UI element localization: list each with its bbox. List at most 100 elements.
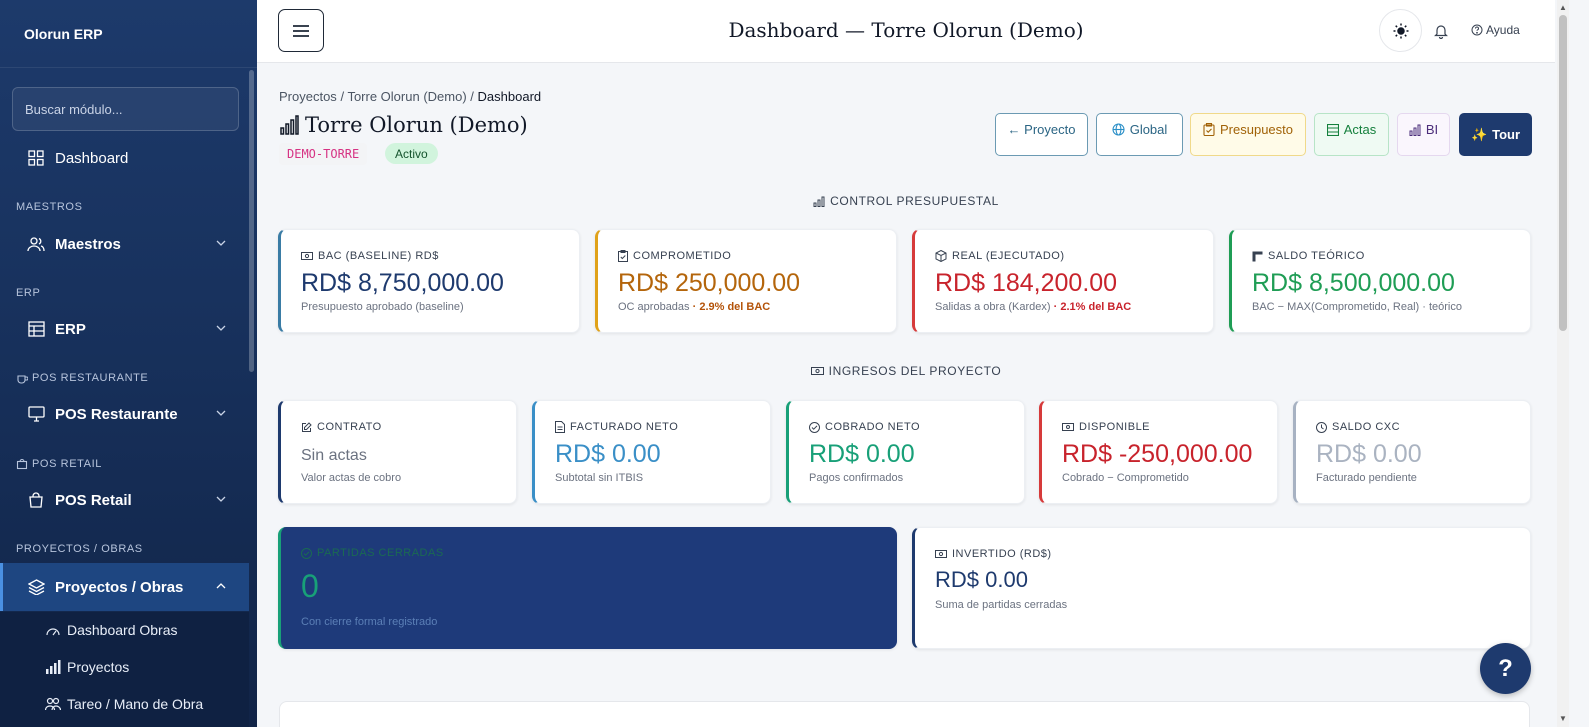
card-comprometido: COMPROMETIDO RD$ 250,000.00 OC aprobadas… <box>595 229 897 333</box>
page-scrollbar[interactable]: ▲ ▼ <box>1557 0 1569 727</box>
control-section-title: CONTROL PRESUPUESTAL <box>257 194 1555 208</box>
card-subtext: Facturado pendiente <box>1316 472 1417 484</box>
card-label: CONTRATO <box>301 421 382 433</box>
wallet-icon <box>1062 423 1074 431</box>
cup-icon <box>17 375 28 384</box>
ingresos-section-title: INGRESOS DEL PROYECTO <box>257 364 1555 378</box>
card-label: BAC (BASELINE) RD$ <box>301 250 439 262</box>
sidebar-item-pos-retail[interactable]: POS Retail <box>0 478 249 522</box>
sidebar-item-pos-restaurante[interactable]: POS Restaurante <box>0 392 249 436</box>
table-icon <box>1326 123 1339 136</box>
card-label: COBRADO NETO <box>809 421 920 433</box>
breadcrumb-project[interactable]: Torre Olorun (Demo) <box>347 89 466 104</box>
monitor-icon <box>27 405 45 423</box>
next-section-card <box>279 701 1530 727</box>
card-value: RD$ 0.00 <box>555 440 661 468</box>
page-title: Dashboard — Torre Olorun (Demo) <box>728 18 1084 42</box>
card-saldo-cxc: SALDO CXC RD$ 0.00 Facturado pendiente <box>1293 400 1531 504</box>
clipboard-icon <box>1203 123 1215 136</box>
card-label-text: FACTURADO NETO <box>570 421 679 433</box>
check-circle-icon <box>301 547 312 559</box>
table-icon <box>27 320 45 338</box>
card-subtext-text: Salidas a obra (Kardex) <box>935 301 1051 313</box>
help-link[interactable]: Ayuda <box>1471 23 1520 37</box>
sidebar-item-label: Proyectos / Obras <box>55 578 184 596</box>
section-title-text: INGRESOS DEL PROYECTO <box>828 364 1002 378</box>
back-to-project-button[interactable]: ← Proyecto <box>995 113 1088 156</box>
section-label: POS RESTAURANTE <box>32 372 149 384</box>
bi-button[interactable]: BI <box>1397 113 1450 156</box>
sidebar-sub-proyectos[interactable]: Proyectos <box>0 649 249 685</box>
sidebar-scrollbar[interactable] <box>249 70 254 372</box>
clipboard-check-icon <box>618 250 628 262</box>
button-label: Presupuesto <box>1220 122 1293 137</box>
sidebar-item-label: Dashboard <box>55 149 129 167</box>
button-label: ← Proyecto <box>1007 122 1076 137</box>
card-bac: BAC (BASELINE) RD$ RD$ 8,750,000.00 Pres… <box>278 229 580 333</box>
sidebar-sub-tareo[interactable]: Tareo / Mano de Obra <box>0 686 249 722</box>
card-label: SALDO CXC <box>1316 421 1400 433</box>
breadcrumb: Proyectos / Torre Olorun (Demo) / Dashbo… <box>279 89 541 104</box>
module-search-input[interactable]: Buscar módulo... <box>12 87 239 131</box>
section-proyectos: PROYECTOS / OBRAS <box>16 543 143 555</box>
card-value: RD$ -250,000.00 <box>1062 440 1253 468</box>
scroll-up-icon[interactable]: ▲ <box>1559 3 1567 12</box>
section-pos-restaurante: POS RESTAURANTE <box>16 372 148 384</box>
breadcrumb-current: Dashboard <box>477 89 542 104</box>
card-label: DISPONIBLE <box>1062 421 1150 433</box>
button-label: Actas <box>1343 122 1377 137</box>
tour-button[interactable]: ✨ Tour <box>1459 113 1532 156</box>
scroll-down-icon[interactable]: ▼ <box>1559 714 1567 723</box>
card-subtext: Con cierre formal registrado <box>301 616 438 628</box>
chevron-down-icon <box>216 325 226 331</box>
card-subtext: Subtotal sin ITBIS <box>555 472 644 484</box>
card-label-text: REAL (EJECUTADO) <box>952 250 1065 262</box>
card-label: INVERTIDO (RD$) <box>935 548 1052 560</box>
card-label-text: BAC (BASELINE) RD$ <box>318 250 439 262</box>
sidebar-item-proyectos[interactable]: Proyectos / Obras <box>0 563 249 611</box>
card-subtext: Suma de partidas cerradas <box>935 599 1068 611</box>
sidebar-item-erp[interactable]: ERP <box>0 307 249 351</box>
bar-chart-icon <box>1409 124 1421 136</box>
card-subtext: Valor actas de cobro <box>301 472 402 484</box>
document-icon <box>555 421 565 433</box>
sidebar-item-label: POS Restaurante <box>55 405 178 423</box>
chevron-down-icon <box>216 410 226 416</box>
bar-chart-icon <box>45 659 61 675</box>
sidebar-item-label: POS Retail <box>55 491 132 509</box>
actas-button[interactable]: Actas <box>1314 113 1389 156</box>
presupuesto-button[interactable]: Presupuesto <box>1190 113 1306 156</box>
card-subtext: Salidas a obra (Kardex) · 2.1% del BAC <box>935 301 1131 313</box>
check-circle-icon <box>809 421 820 433</box>
help-fab-button[interactable]: ? <box>1480 643 1531 694</box>
sidebar-item-maestros[interactable]: Maestros <box>0 222 249 266</box>
section-erp: ERP <box>16 287 41 299</box>
sidebar: Olorun ERP Buscar módulo... Dashboard MA… <box>0 0 257 727</box>
card-label-text: DISPONIBLE <box>1079 421 1151 433</box>
card-label-text: COBRADO NETO <box>825 421 921 433</box>
scrollbar-thumb[interactable] <box>1559 15 1567 331</box>
grid-icon <box>27 149 45 167</box>
piggy-icon <box>1252 251 1263 261</box>
globe-icon <box>1112 123 1125 136</box>
cash-icon <box>935 550 947 558</box>
card-contrato: CONTRATO Sin actas Valor actas de cobro <box>278 400 517 504</box>
card-value: 0 <box>301 568 319 604</box>
users-icon <box>27 235 45 253</box>
shopping-bag-icon <box>27 491 45 509</box>
card-label: COMPROMETIDO <box>618 250 731 262</box>
chevron-down-icon <box>216 496 226 502</box>
sidebar-item-dashboard[interactable]: Dashboard <box>0 136 249 180</box>
breadcrumb-proyectos[interactable]: Proyectos <box>279 89 337 104</box>
card-subtext: OC aprobadas · 2.9% del BAC <box>618 301 770 313</box>
sidebar-sub-dashboard-obras[interactable]: Dashboard Obras <box>0 612 249 648</box>
chevron-up-icon <box>216 583 226 589</box>
shop-icon <box>16 458 28 470</box>
cash-icon <box>301 252 313 260</box>
global-button[interactable]: Global <box>1096 113 1183 156</box>
sparkles-icon: ✨ <box>1470 126 1488 142</box>
bell-icon[interactable] <box>1434 23 1448 39</box>
card-label-text: CONTRATO <box>317 421 382 433</box>
chevron-down-icon <box>216 240 226 246</box>
theme-toggle-button[interactable] <box>1379 9 1422 52</box>
